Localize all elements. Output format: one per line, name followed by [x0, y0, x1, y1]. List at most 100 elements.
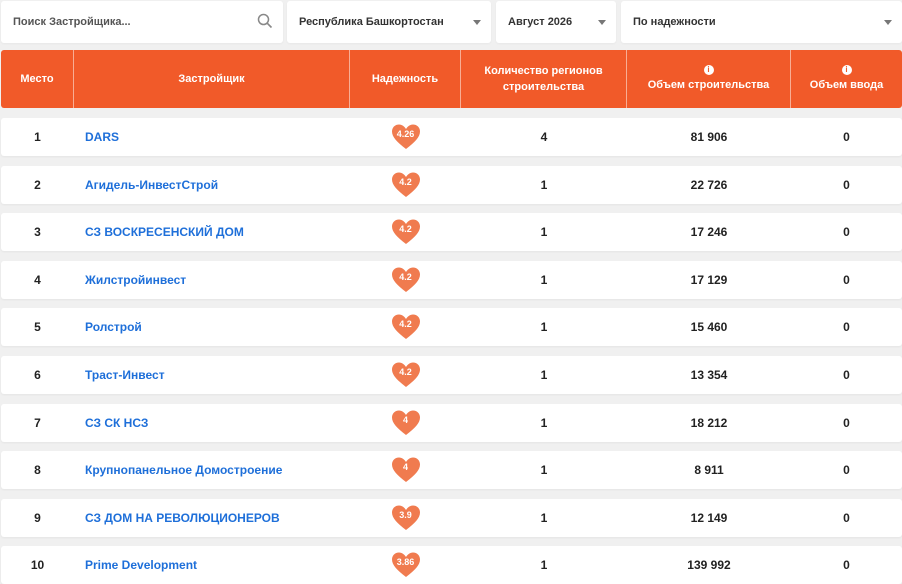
column-header-volume[interactable]: i Объем строительства [627, 50, 791, 108]
column-header-reliability[interactable]: Надежность [350, 50, 461, 108]
reliability-cell: 3.9 [350, 499, 461, 537]
volume-cell: 22 726 [690, 177, 728, 192]
reliability-score: 4.2 [399, 224, 412, 235]
developer-link[interactable]: Траст-Инвест [85, 368, 165, 382]
column-header-regions[interactable]: Количество регионов строительства [461, 50, 627, 108]
reliability-score: 4 [402, 414, 408, 425]
reliability-score: 4.2 [399, 176, 412, 187]
developer-link[interactable]: DARS [85, 130, 119, 144]
search-placeholder: Поиск Застройщика... [13, 16, 131, 28]
input-cell: 0 [843, 368, 850, 382]
heart-icon: 4.2 [391, 171, 421, 199]
reliability-cell: 4.2 [350, 308, 461, 346]
developer-link[interactable]: Агидель-ИнвестСтрой [85, 178, 218, 192]
heart-icon: 4.26 [391, 123, 421, 151]
input-cell: 0 [843, 510, 850, 525]
heart-icon: 3.86 [391, 551, 421, 579]
regions-cell: 1 [540, 320, 548, 335]
search-input[interactable]: Поиск Застройщика... [1, 1, 283, 43]
volume-cell: 15 460 [690, 320, 728, 335]
place-cell: 6 [34, 368, 41, 382]
place-cell: 3 [34, 225, 41, 240]
developer-cell: Траст-Инвест [74, 356, 350, 394]
developer-cell: СЗ СК НСЗ [74, 404, 350, 442]
info-icon[interactable]: i [703, 65, 714, 75]
input-cell: 0 [843, 463, 850, 478]
developer-cell: СЗ ВОСКРЕСЕНСКИЙ ДОМ [74, 213, 350, 251]
place-cell: 1 [34, 130, 41, 144]
reliability-cell: 4.2 [350, 356, 461, 394]
period-select[interactable]: Август 2026 [496, 1, 616, 43]
table-row[interactable]: 4 Жилстройинвест 4.2 1 17 129 0 [1, 260, 902, 299]
regions-cell: 1 [540, 510, 548, 525]
reliability-cell: 4.2 [350, 261, 461, 299]
input-cell: 0 [843, 177, 850, 192]
table-row[interactable]: 6 Траст-Инвест 4.2 1 13 354 0 [1, 356, 902, 394]
regions-cell: 1 [540, 415, 548, 430]
developer-link[interactable]: Крупнопанельное Домостроение [85, 463, 282, 477]
reliability-score: 4 [402, 462, 408, 473]
reliability-score: 3.9 [399, 509, 412, 520]
sort-select[interactable]: По надежности [621, 1, 902, 43]
column-header-input[interactable]: i Объем ввода [791, 50, 902, 108]
volume-cell: 17 129 [690, 272, 728, 287]
reliability-cell: 4.26 [350, 118, 461, 156]
place-cell: 4 [34, 272, 41, 287]
reliability-score: 4.2 [399, 319, 412, 330]
volume-cell: 18 212 [690, 415, 728, 430]
regions-cell: 1 [540, 558, 548, 573]
reliability-cell: 4.2 [350, 166, 461, 204]
heart-icon: 4 [391, 456, 421, 484]
reliability-score: 4.2 [399, 367, 412, 377]
developer-cell: Prime Development [74, 546, 350, 584]
table-row[interactable]: 1 DARS 4.26 4 81 906 0 [1, 118, 902, 156]
place-cell: 8 [34, 463, 41, 478]
place-cell: 5 [34, 320, 41, 335]
chevron-down-icon [473, 20, 481, 25]
volume-cell: 139 992 [687, 558, 731, 573]
developer-link[interactable]: СЗ СК НСЗ [85, 416, 148, 430]
table-row[interactable]: 5 Ролстрой 4.2 1 15 460 0 [1, 308, 902, 347]
reliability-score: 4.2 [399, 271, 412, 282]
table-row[interactable]: 7 СЗ СК НСЗ 4 1 18 212 0 [1, 403, 902, 442]
search-icon[interactable] [257, 13, 273, 29]
developer-link[interactable]: Ролстрой [85, 320, 142, 334]
info-icon[interactable]: i [841, 65, 852, 75]
reliability-cell: 4 [350, 451, 461, 489]
developer-link[interactable]: Prime Development [85, 558, 197, 572]
input-cell: 0 [843, 130, 850, 144]
table-row[interactable]: 8 Крупнопанельное Домостроение 4 1 8 911 0 [1, 451, 902, 490]
volume-cell: 13 354 [690, 368, 728, 382]
table-row[interactable]: 2 Агидель-ИнвестСтрой 4.2 1 22 726 0 [1, 165, 902, 204]
developer-cell: Крупнопанельное Домостроение [74, 451, 350, 489]
heart-icon: 4.2 [391, 313, 421, 341]
sort-select-value: По надежности [633, 16, 716, 28]
heart-icon: 4.2 [391, 218, 421, 246]
volume-cell: 17 246 [690, 225, 728, 240]
regions-cell: 1 [540, 272, 548, 287]
column-header-developer[interactable]: Застройщик [74, 50, 350, 108]
reliability-cell: 4 [350, 404, 461, 442]
table-row[interactable]: 9 СЗ ДОМ НА РЕВОЛЮЦИОНЕРОВ 3.9 1 12 149 0 [1, 498, 902, 537]
column-header-place[interactable]: Место [1, 50, 74, 108]
chevron-down-icon [598, 20, 606, 25]
place-cell: 10 [30, 558, 45, 573]
developer-cell: DARS [74, 118, 350, 156]
developer-cell: Агидель-ИнвестСтрой [74, 166, 350, 204]
filter-bar: Поиск Застройщика... Республика Башкорто… [0, 0, 902, 44]
table-row[interactable]: 3 СЗ ВОСКРЕСЕНСКИЙ ДОМ 4.2 1 17 246 0 [1, 213, 902, 252]
reliability-cell: 3.86 [350, 546, 461, 584]
developer-link[interactable]: СЗ ДОМ НА РЕВОЛЮЦИОНЕРОВ [85, 511, 280, 525]
regions-cell: 4 [540, 130, 548, 144]
developer-link[interactable]: СЗ ВОСКРЕСЕНСКИЙ ДОМ [85, 225, 244, 239]
reliability-score: 4.26 [396, 129, 415, 139]
table-row[interactable]: 10 Prime Development 3.86 1 139 992 0 [1, 546, 902, 584]
developer-link[interactable]: Жилстройинвест [85, 273, 186, 287]
region-select[interactable]: Республика Башкортостан [287, 1, 491, 43]
regions-cell: 1 [540, 463, 548, 478]
place-cell: 9 [34, 510, 41, 525]
place-cell: 7 [34, 415, 41, 430]
developer-cell: Жилстройинвест [74, 261, 350, 299]
heart-icon: 4.2 [391, 361, 421, 389]
table-header: Место Застройщик Надежность Количество р… [1, 50, 902, 108]
